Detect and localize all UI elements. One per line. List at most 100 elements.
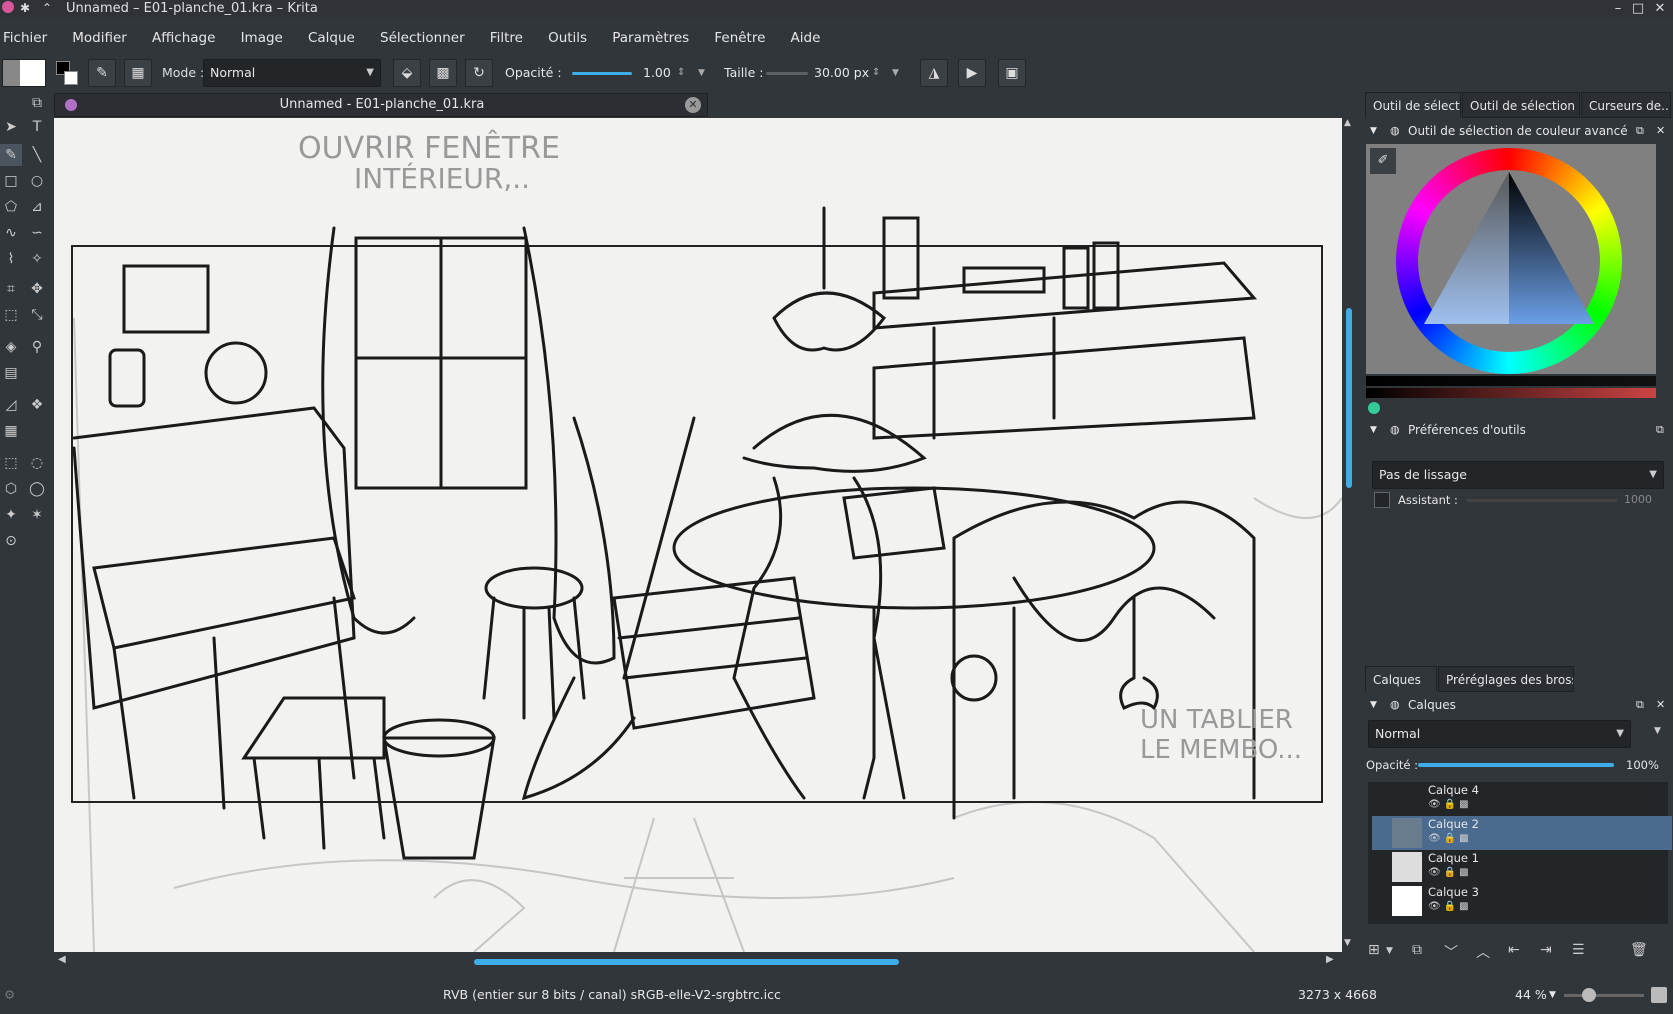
layer-properties-icon[interactable]: ☰ — [1572, 942, 1585, 958]
measure-tool-icon[interactable]: ◿ — [0, 394, 22, 416]
fg-bg-color-button[interactable] — [52, 59, 80, 87]
menu-affichage[interactable]: Affichage — [152, 26, 215, 50]
menu-modifier[interactable]: Modifier — [72, 26, 127, 50]
menu-calque[interactable]: Calque — [308, 26, 355, 50]
size-value[interactable]: 30.00 px — [814, 59, 869, 87]
move-layer-up-icon[interactable]: ︿ — [1476, 942, 1490, 962]
opacity-slider[interactable]: Opacité : 1.00 ⇕ ▼ — [505, 59, 705, 87]
menu-fenetre[interactable]: Fenêtre — [714, 26, 765, 50]
ellipse-select-tool-icon[interactable]: ◌ — [26, 452, 48, 474]
size-slider-track[interactable] — [766, 72, 808, 75]
collapse-triangle-icon[interactable]: ▼ — [1370, 120, 1377, 142]
scroll-up-icon[interactable]: ▲ — [1344, 118, 1351, 128]
assistant-slider[interactable] — [1467, 499, 1617, 502]
opacity-slider-fill[interactable] — [572, 72, 632, 75]
zoom-slider-handle[interactable] — [1582, 988, 1596, 1002]
polyline-tool-icon[interactable]: ⊿ — [26, 196, 48, 218]
menu-aide[interactable]: Aide — [791, 26, 821, 50]
close-dock-icon[interactable]: ✕ — [1656, 120, 1665, 142]
vertical-scrollbar[interactable]: ▲ ▼ — [1342, 118, 1356, 952]
close-tab-icon[interactable]: ✕ — [685, 97, 701, 113]
delete-layer-icon[interactable]: 🗑 — [1630, 942, 1648, 958]
horizontal-scroll-thumb[interactable] — [474, 959, 899, 965]
layer-opacity-slider[interactable] — [1418, 763, 1614, 767]
move-layer-down-icon[interactable]: ﹀ — [1444, 942, 1458, 962]
zoom-slider[interactable] — [1564, 994, 1644, 997]
size-slider[interactable]: Taille : 30.00 px ⇕ ▼ — [724, 59, 904, 87]
float-dock-icon[interactable]: ⧉ — [1636, 120, 1644, 142]
sv-triangle[interactable] — [1416, 164, 1602, 334]
color-shades-bar[interactable] — [1366, 388, 1656, 398]
eraser-mode-button[interactable]: ⬙ — [393, 59, 421, 87]
rectangle-tool-icon[interactable]: □ — [0, 170, 22, 192]
indent-layer-icon[interactable]: ⇤ — [1508, 942, 1520, 958]
lock-dock-icon[interactable]: ◍ — [1390, 120, 1400, 142]
layer-row-calque-4[interactable]: Calque 4 👁🔒▩ — [1372, 782, 1672, 816]
fill-tool-icon[interactable]: ◈ — [0, 336, 22, 358]
rect-select-tool-icon[interactable]: ⬚ — [0, 452, 22, 474]
text-tool-icon[interactable]: T — [26, 116, 48, 138]
minimize-button[interactable]: – — [1608, 0, 1628, 17]
layer-visibility-lock-alpha-icons[interactable]: 👁🔒▩ — [1428, 901, 1472, 912]
tab-color-sliders[interactable]: Curseurs de... — [1581, 92, 1671, 118]
layer-visibility-lock-alpha-icons[interactable]: 👁🔒▩ — [1428, 833, 1472, 844]
layer-visibility-lock-alpha-icons[interactable]: 👁🔒▩ — [1428, 867, 1472, 878]
assistant-tool-icon[interactable]: ❖ — [26, 394, 48, 416]
assistant-checkbox[interactable] — [1374, 492, 1390, 508]
freehand-path-tool-icon[interactable]: ∽ — [26, 222, 48, 244]
magnetic-select-tool-icon[interactable]: ⊙ — [0, 530, 22, 552]
grid-tool-icon[interactable]: ▦ — [0, 420, 22, 442]
dynamic-brush-tool-icon[interactable]: ⌇ — [0, 248, 22, 270]
close-window-button[interactable]: ✕ — [1650, 0, 1670, 17]
toolbox-float-icon[interactable]: ⧉ — [26, 92, 48, 114]
document-tab[interactable]: Unnamed - E01-planche_01.kra ✕ — [54, 93, 708, 117]
collapse-triangle-icon[interactable]: ▼ — [1370, 419, 1377, 441]
crop-tool-icon[interactable]: ⌗ — [0, 278, 22, 300]
lock-dock-icon[interactable]: ◍ — [1390, 419, 1400, 441]
menu-selectionner[interactable]: Sélectionner — [380, 26, 465, 50]
line-tool-icon[interactable]: ╲ — [26, 144, 48, 166]
tab-advanced-color-selector[interactable]: Outil de sélecti... — [1365, 92, 1461, 118]
mirror-vertical-button[interactable]: ▶ — [958, 59, 986, 87]
menu-image[interactable]: Image — [241, 26, 283, 50]
size-spin-icon[interactable]: ⇕ — [872, 59, 880, 87]
layer-row-calque-3[interactable]: Calque 3 👁🔒▩ — [1372, 884, 1672, 918]
freehand-select-tool-icon[interactable]: ◯ — [26, 478, 48, 500]
tab-layers[interactable]: Calques — [1365, 666, 1437, 692]
menu-outils[interactable]: Outils — [548, 26, 587, 50]
refresh-colors-icon[interactable] — [1368, 402, 1380, 414]
menu-filtre[interactable]: Filtre — [490, 26, 523, 50]
transform-tool-icon[interactable]: ⬚ — [0, 304, 22, 326]
layer-visibility-lock-alpha-icons[interactable]: 👁🔒▩ — [1428, 799, 1472, 810]
brush-preset-button[interactable]: ✎ — [88, 59, 116, 87]
chevron-down-icon[interactable]: ▼ — [698, 59, 705, 87]
opacity-value[interactable]: 1.00 — [643, 59, 671, 87]
menu-fichier[interactable]: Fichier — [3, 26, 47, 50]
mirror-horizontal-button[interactable]: ◮ — [920, 59, 948, 87]
reload-preset-button[interactable]: ↻ — [465, 59, 493, 87]
layer-options-chevron-icon[interactable]: ▼ — [1654, 726, 1661, 736]
blend-mode-select[interactable]: Normal ▼ — [203, 59, 381, 87]
horizontal-scrollbar[interactable]: ◀ ▶ — [54, 952, 1342, 970]
color-wheel-area[interactable]: ✐ — [1366, 144, 1656, 374]
colorspace-status[interactable]: RVB (entier sur 8 bits / canal) sRGB-ell… — [443, 976, 781, 1014]
float-dock-icon[interactable]: ⧉ — [1656, 419, 1664, 441]
move-tool-icon[interactable]: ✥ — [26, 278, 48, 300]
color-history-bar[interactable] — [1366, 376, 1656, 386]
contiguous-select-tool-icon[interactable]: ✦ — [0, 504, 22, 526]
gradient-tool-icon[interactable]: ▤ — [0, 362, 22, 384]
color-picker-tool-icon[interactable]: ⚲ — [26, 336, 48, 358]
canvas-only-icon[interactable] — [1651, 987, 1667, 1003]
layer-opacity-value[interactable]: 100% — [1626, 757, 1659, 773]
add-layer-icon[interactable]: ⊞ — [1368, 942, 1380, 958]
select-shapes-tool-icon[interactable]: ➤ — [0, 116, 22, 138]
similar-select-tool-icon[interactable]: ✶ — [26, 504, 48, 526]
menu-parametres[interactable]: Paramètres — [612, 26, 689, 50]
wrap-around-button[interactable]: ▣ — [998, 59, 1026, 87]
duplicate-layer-icon[interactable]: ⧉ — [1412, 942, 1422, 958]
chevron-down-icon[interactable]: ▼ — [892, 59, 899, 87]
opacity-spin-icon[interactable]: ⇕ — [677, 59, 685, 87]
background-color-swatch[interactable] — [64, 71, 78, 85]
lock-dock-icon[interactable]: ◍ — [1390, 694, 1400, 716]
layer-row-calque-1[interactable]: Calque 1 👁🔒▩ — [1372, 850, 1672, 884]
